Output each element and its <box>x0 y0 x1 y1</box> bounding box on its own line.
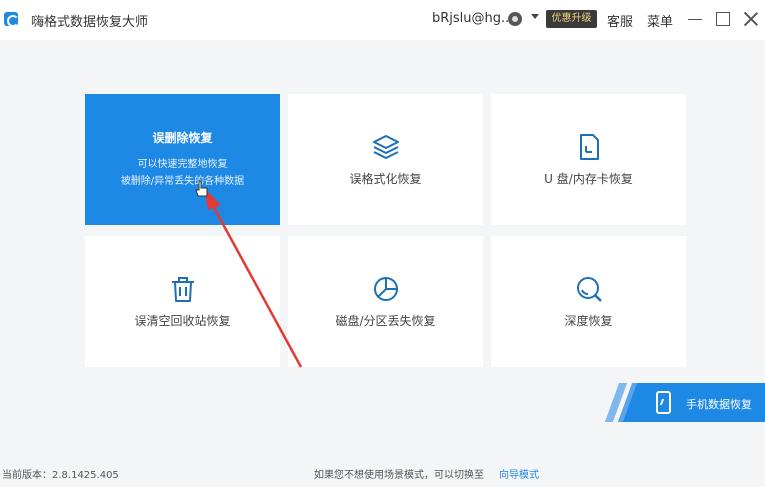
mode-switch-hint: 如果您不想使用场景模式，可以切换至 <box>314 470 484 481</box>
trash-icon <box>171 277 194 302</box>
user-account-name[interactable]: bRjslu@hg... <box>432 11 513 26</box>
app-title: 嗨格式数据恢复大师 <box>31 15 149 30</box>
card-label: 深度恢复 <box>564 314 613 328</box>
card-label: 误格式化恢复 <box>349 172 422 186</box>
user-avatar-icon[interactable] <box>508 12 522 26</box>
version-text: 当前版本：2.8.1425.405 <box>2 470 119 481</box>
app-logo-icon <box>4 12 19 27</box>
card-partition-recovery[interactable]: 磁盘/分区丢失恢复 <box>288 236 483 367</box>
wizard-mode-link[interactable]: 向导模式 <box>499 466 539 481</box>
card-label: 误删除恢复 <box>152 131 213 145</box>
card-format-recovery[interactable]: 误格式化恢复 <box>288 94 483 225</box>
card-deleted-recovery[interactable]: 误删除恢复 可以快速完整地恢复 被删除/异常丢失的各种数据 <box>85 94 280 225</box>
card-recycle-bin-recovery[interactable]: 误清空回收站恢复 <box>85 236 280 367</box>
card-deep-recovery[interactable]: 深度恢复 <box>491 236 686 367</box>
mobile-recovery-label[interactable]: 手机数据恢复 <box>686 396 752 412</box>
card-description: 被删除/异常丢失的各种数据 <box>120 176 245 187</box>
close-icon[interactable] <box>743 11 759 27</box>
menu-button[interactable]: 菜单 <box>647 11 673 30</box>
chevron-down-icon[interactable] <box>531 14 539 19</box>
sd-card-icon <box>579 134 599 160</box>
phone-icon <box>656 391 671 414</box>
card-description: 可以快速完整地恢复 <box>137 159 228 170</box>
title-bar: 嗨格式数据恢复大师 bRjslu@hg... 优惠升级 客服 菜单 <box>0 0 765 40</box>
card-label: U 盘/内存卡恢复 <box>544 172 633 186</box>
card-usb-sd-recovery[interactable]: U 盘/内存卡恢复 <box>491 94 686 225</box>
customer-service-button[interactable]: 客服 <box>607 11 633 30</box>
layers-icon <box>372 135 399 159</box>
maximize-icon[interactable] <box>716 12 730 26</box>
pie-chart-icon <box>373 277 398 301</box>
upgrade-button[interactable]: 优惠升级 <box>546 10 597 28</box>
deep-search-icon <box>576 277 602 302</box>
minimize-icon[interactable] <box>688 19 702 20</box>
card-label: 磁盘/分区丢失恢复 <box>335 314 436 328</box>
card-label: 误清空回收站恢复 <box>134 314 231 328</box>
hand-cursor-icon <box>195 180 208 197</box>
